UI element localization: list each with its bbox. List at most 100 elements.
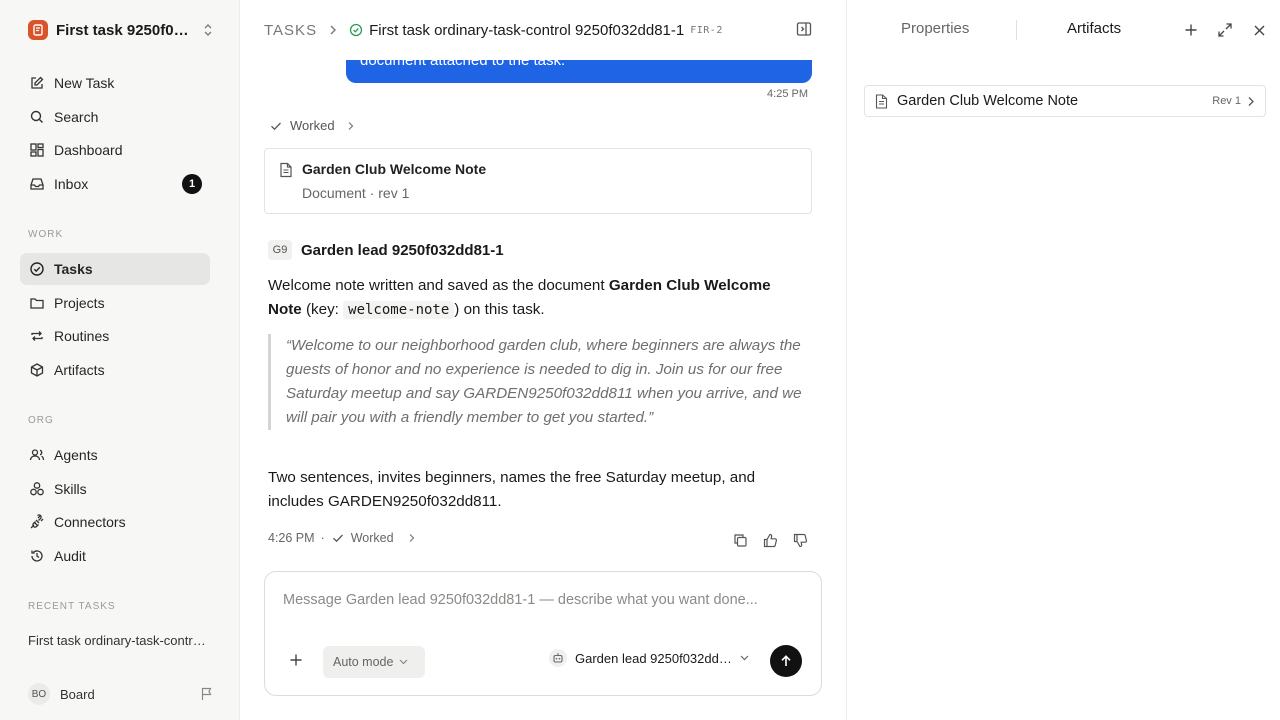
sidebar: First task 9250f0032dd81-1 New Task Sear… [0, 0, 240, 720]
nav-routines[interactable]: Routines [20, 320, 210, 352]
nav-search[interactable]: Search [20, 101, 210, 133]
nav-tasks[interactable]: Tasks [20, 253, 210, 285]
chevron-down-icon [399, 659, 408, 665]
nav-skills[interactable]: Skills [20, 473, 210, 505]
status-done-icon [349, 23, 363, 37]
folder-icon [28, 294, 46, 312]
check-circle-icon [28, 260, 46, 278]
nav-agents[interactable]: Agents [20, 439, 210, 471]
dashboard-icon [28, 141, 46, 159]
chevron-right-icon [347, 121, 355, 131]
recent-task-item[interactable]: First task ordinary-task-control 9250f03… [28, 633, 210, 648]
message-input[interactable] [283, 592, 803, 608]
avatar: G9 [268, 240, 292, 260]
inbox-icon [28, 175, 46, 193]
workspace-logo [28, 20, 48, 40]
mode-label: Auto mode [333, 655, 394, 669]
nav-inbox[interactable]: Inbox 1 [20, 168, 210, 200]
nav-dashboard[interactable]: Dashboard [20, 134, 210, 166]
agent-select[interactable]: Garden lead 9250f032dd81-1 [549, 649, 749, 667]
plug-icon [28, 513, 46, 531]
tab-properties[interactable]: Properties [901, 20, 969, 37]
task-id-badge: FIR-2 [690, 24, 723, 36]
document-card-meta: Document · rev 1 [302, 185, 410, 201]
avatar: BO [28, 683, 50, 705]
chevron-right-icon [329, 24, 337, 36]
flag-icon[interactable] [200, 687, 214, 701]
nav-skills-label: Skills [54, 481, 87, 497]
agent-message: Welcome note written and saved as the do… [268, 274, 808, 322]
breadcrumb-tasks[interactable]: TASKS [264, 22, 317, 39]
chevron-right-icon[interactable] [408, 533, 416, 543]
agent-author: G9 Garden lead 9250f032dd81-1 [268, 240, 504, 260]
check-icon [269, 119, 283, 133]
nav-connectors[interactable]: Connectors [20, 506, 210, 538]
copy-icon[interactable] [730, 530, 750, 550]
chevron-down-icon [740, 655, 749, 661]
agent-summary: Two sentences, invites beginners, names … [268, 469, 756, 510]
task-header: TASKS First task ordinary-task-control 9… [241, 0, 846, 60]
workspace-switcher[interactable]: First task 9250f0032dd81-1 [28, 18, 214, 42]
nav-projects[interactable]: Projects [20, 287, 210, 319]
send-button[interactable] [770, 645, 802, 677]
message-composer: Auto mode Garden lead 9250f032dd81-1 [264, 571, 822, 696]
nav-artifacts[interactable]: Artifacts [20, 354, 210, 386]
user-message-time: 4:25 PM [767, 88, 808, 100]
nav-new-task[interactable]: New Task [20, 67, 210, 99]
page-title: First task ordinary-task-control 9250f03… [369, 21, 685, 39]
nav-audit[interactable]: Audit [20, 540, 210, 572]
msg-key: welcome-note [343, 301, 455, 319]
tab-artifacts[interactable]: Artifacts [1067, 20, 1121, 37]
artifact-revision: Rev 1 [1212, 95, 1241, 107]
artifact-title: Garden Club Welcome Note [897, 93, 1079, 109]
plus-icon[interactable] [1181, 20, 1201, 40]
thumbs-up-icon[interactable] [760, 530, 780, 550]
history-icon [28, 547, 46, 565]
close-icon[interactable] [1249, 20, 1269, 40]
check-icon [331, 531, 345, 545]
chevron-right-icon [1247, 96, 1255, 107]
chevron-up-down-icon [202, 23, 214, 37]
document-icon [279, 162, 293, 178]
expand-icon[interactable] [1215, 20, 1235, 40]
nav-inbox-label: Inbox [54, 176, 89, 192]
nav-tasks-label: Tasks [54, 261, 93, 277]
msg-key-prefix: (key: [305, 301, 339, 318]
nav-audit-label: Audit [54, 548, 86, 564]
nav-artifacts-label: Artifacts [54, 362, 105, 378]
cube-icon [28, 361, 46, 379]
worked-label: Worked [290, 118, 335, 133]
workspace-name: First task 9250f0032dd81-1 [56, 21, 192, 39]
section-label-org: ORG [28, 415, 54, 426]
thumbs-down-icon[interactable] [790, 530, 810, 550]
separator-dot: · [320, 531, 325, 545]
document-card-title: Garden Club Welcome Note [302, 161, 487, 177]
document-icon [875, 93, 888, 109]
mode-select[interactable]: Auto mode [323, 646, 425, 678]
reply-time: 4:26 PM [268, 531, 315, 545]
msg-suffix: ) on this task. [454, 301, 545, 318]
panel-toggle-icon[interactable] [796, 21, 812, 37]
nav-new-task-label: New Task [54, 75, 115, 91]
section-label-work: WORK [28, 229, 64, 240]
plus-icon[interactable] [289, 653, 303, 667]
artifact-row[interactable]: Garden Club Welcome Note Rev 1 [864, 85, 1266, 117]
reply-worked-label[interactable]: Worked [351, 531, 394, 545]
repeat-icon [28, 327, 46, 345]
nav-search-label: Search [54, 109, 99, 125]
msg-prefix: Welcome note written and saved as the do… [268, 277, 605, 294]
author-name: Garden lead 9250f032dd81-1 [301, 241, 504, 259]
reply-meta: 4:26 PM · Worked [268, 531, 416, 545]
nav-dashboard-label: Dashboard [54, 142, 123, 158]
bot-icon [549, 649, 567, 667]
document-card[interactable]: Garden Club Welcome Note Document · rev … [264, 148, 812, 214]
inbox-count-badge: 1 [182, 174, 202, 194]
nav-routines-label: Routines [54, 328, 110, 344]
agent-select-label: Garden lead 9250f032dd81-1 [575, 650, 732, 666]
board-row[interactable]: BO Board [28, 683, 214, 705]
right-panel: Properties Artifacts Garden Club Welcome… [846, 0, 1280, 720]
shapes-icon [28, 480, 46, 498]
nav-agents-label: Agents [54, 447, 98, 463]
task-thread: document attached to the task. TASKS Fir… [241, 0, 846, 720]
worked-toggle[interactable]: Worked [269, 118, 355, 133]
